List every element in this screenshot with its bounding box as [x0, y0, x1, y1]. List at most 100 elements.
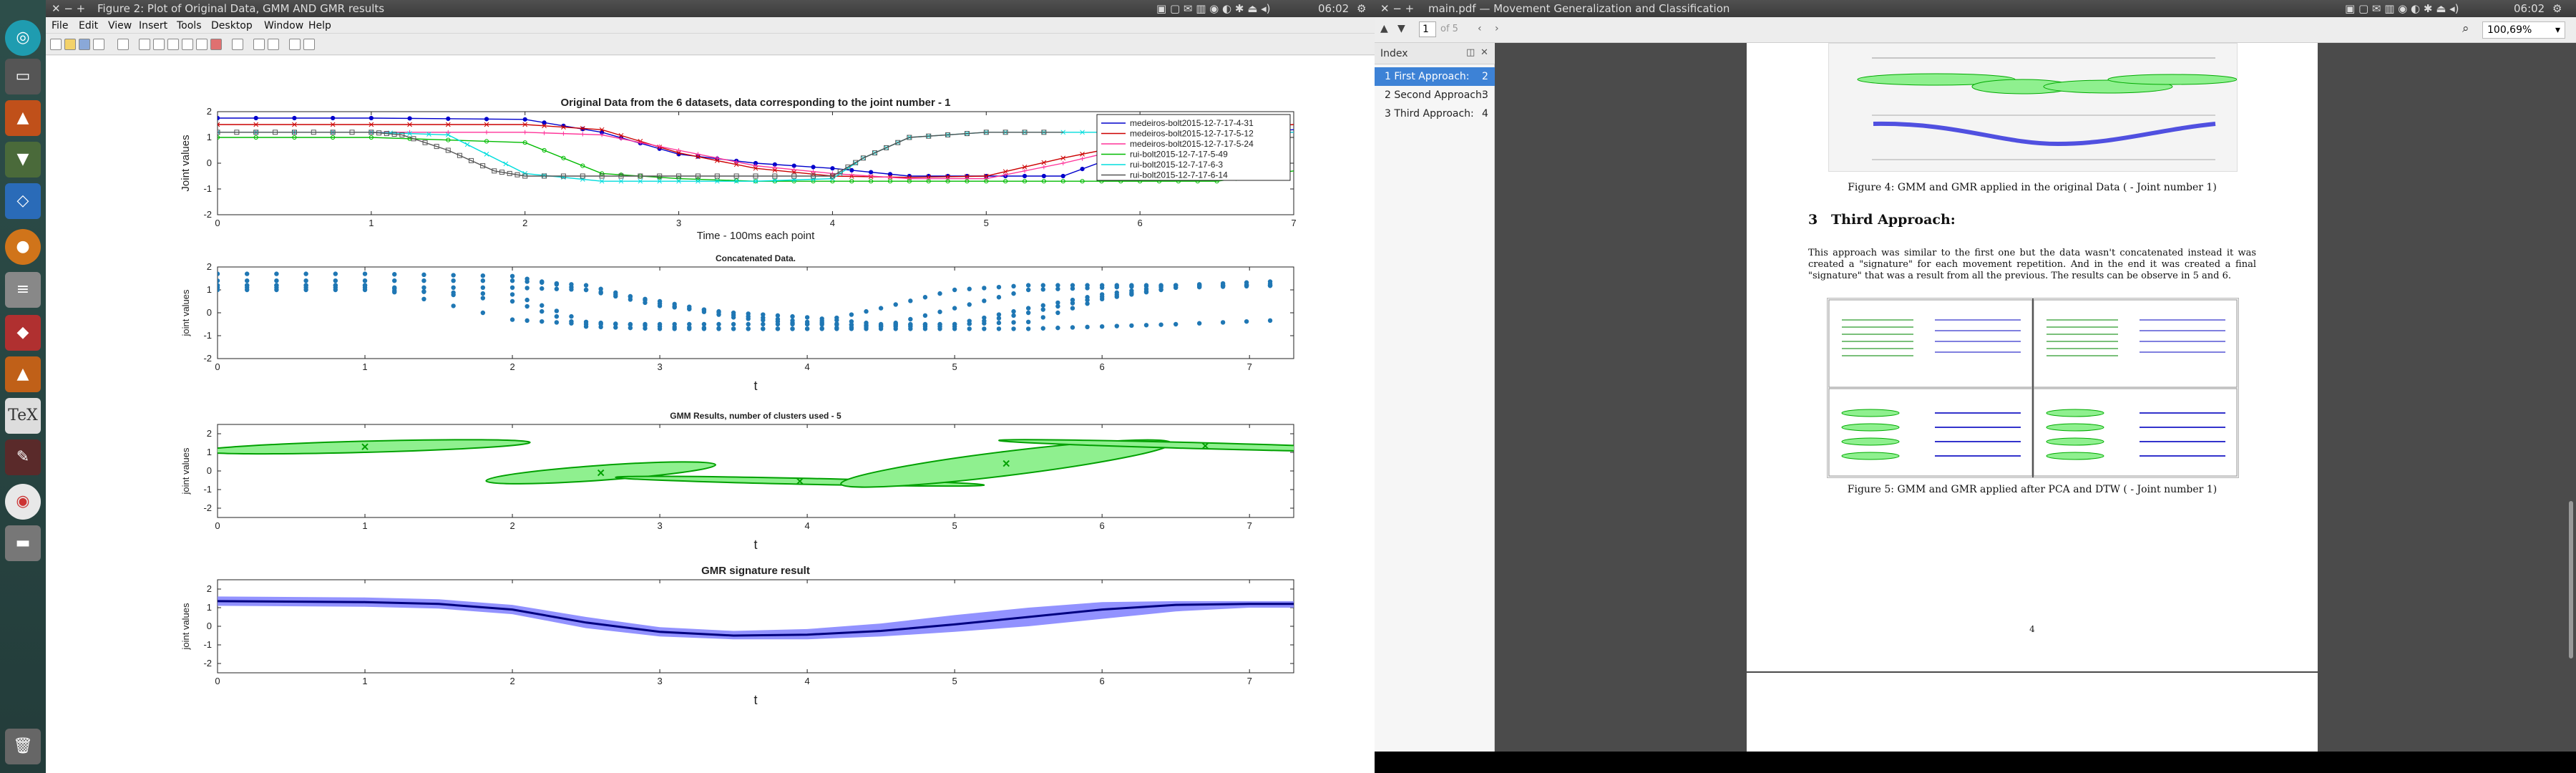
forward-icon[interactable]: ›	[1495, 23, 1499, 34]
print-icon[interactable]	[93, 39, 104, 50]
pdf-power-icon[interactable]: ⚙	[2552, 2, 2562, 15]
hide-tools-icon[interactable]	[289, 39, 301, 50]
scatter-point	[657, 298, 663, 304]
scatter-point	[421, 296, 426, 301]
power-icon[interactable]: ⚙	[1357, 2, 1366, 15]
menu-desktop[interactable]: Desktop	[211, 20, 253, 31]
scatter-point	[1244, 319, 1249, 324]
pdf-window-controls[interactable]: ✕ − +	[1380, 2, 1414, 15]
index-item-1[interactable]: 1 First Approach: 2	[1375, 67, 1495, 86]
data-cursor-icon[interactable]	[196, 39, 208, 50]
new-figure-icon[interactable]	[50, 39, 62, 50]
prev-page-icon[interactable]: ▲	[1380, 23, 1388, 34]
index-item-label: 2 Second Approach:	[1385, 89, 1485, 101]
series-marker	[446, 116, 451, 122]
zoom-select[interactable]: 100,69% ▾	[2482, 21, 2565, 39]
scatter-point	[864, 308, 869, 314]
y-axis-label: joint values	[180, 289, 191, 337]
x-tick-label: 2	[522, 218, 527, 228]
y-tick-label: -1	[203, 484, 212, 495]
x-tick-label: 0	[215, 218, 220, 228]
matlab-alt-icon[interactable]: ▲	[5, 356, 41, 392]
colorbar-icon[interactable]	[253, 39, 265, 50]
pointer-icon[interactable]	[117, 39, 129, 50]
matlab-icon[interactable]: ▲	[5, 100, 41, 136]
scatter-point	[790, 326, 795, 331]
x-tick-label: 4	[830, 218, 835, 228]
search-icon[interactable]: ⌕	[2462, 21, 2469, 36]
series-marker	[869, 170, 874, 175]
undock-icon[interactable]: ◫	[1466, 47, 1475, 58]
page-number: 4	[2029, 624, 2035, 634]
link-icon[interactable]	[232, 39, 243, 50]
rotate-icon[interactable]	[182, 39, 193, 50]
tray-icons[interactable]: ▣ ▢ ✉ ▥ ◉ ◐ ✱ ⏏ ◂)	[1156, 2, 1271, 15]
close-icon[interactable]: ✕	[1480, 47, 1488, 58]
pdf-title: main.pdf — Movement Generalization and C…	[1428, 2, 1730, 15]
back-icon[interactable]: ‹	[1478, 23, 1482, 34]
firefox-icon[interactable]: ●	[5, 229, 41, 265]
menu-file[interactable]: File	[52, 20, 68, 31]
zoom-in-icon[interactable]	[139, 39, 150, 50]
chrome-icon[interactable]: ◉	[5, 484, 41, 520]
scatter-point	[908, 326, 913, 331]
y-tick-label: -1	[203, 639, 212, 650]
app-icon[interactable]: ◆	[5, 315, 41, 351]
show-tools-icon[interactable]	[303, 39, 315, 50]
tex-icon[interactable]: TeX	[5, 398, 41, 434]
dash-icon[interactable]: ◎	[5, 20, 41, 56]
menu-edit[interactable]: Edit	[79, 20, 98, 31]
dropbox-icon[interactable]: ◇	[5, 183, 41, 219]
scatter-point	[1055, 303, 1060, 309]
window-controls[interactable]: ✕ − +	[52, 2, 85, 15]
scatter-point	[451, 273, 456, 278]
page-input[interactable]: 1	[1419, 21, 1436, 37]
save-icon[interactable]	[79, 39, 90, 50]
legend-icon[interactable]	[268, 39, 279, 50]
index-item-page: 3	[1482, 89, 1488, 101]
brush-icon[interactable]	[210, 39, 222, 50]
zoom-out-icon[interactable]	[153, 39, 165, 50]
chart-title: Original Data from the 6 datasets, data …	[560, 97, 950, 109]
chart-title: GMR signature result	[701, 565, 810, 577]
y-axis-label: Joint values	[180, 135, 192, 191]
app2-icon[interactable]: ✎	[5, 439, 41, 475]
index-item-3[interactable]: 3 Third Approach: 4	[1375, 104, 1495, 123]
series-marker	[1041, 173, 1046, 179]
clock[interactable]: 06:02	[1318, 2, 1349, 15]
menu-view[interactable]: View	[108, 20, 132, 31]
x-tick-label: 5	[952, 676, 957, 686]
files-icon[interactable]: ▼	[5, 142, 41, 178]
vertical-scrollbar[interactable]	[2569, 501, 2573, 658]
figure-4-caption: Figure 4: GMM and GMR applied in the ori…	[1848, 182, 2217, 193]
chart-title: GMM Results, number of clusters used - 5	[670, 411, 841, 421]
scatter-point	[628, 321, 633, 327]
menu-tools[interactable]: Tools	[177, 20, 202, 31]
x-tick-label: 2	[509, 676, 514, 686]
menu-window[interactable]: Window	[264, 20, 303, 31]
next-page-icon[interactable]: ▼	[1397, 23, 1405, 34]
trash-icon[interactable]: 🗑	[5, 729, 41, 764]
figure-menu-bar: File Edit View Insert Tools Desktop Wind…	[46, 17, 1375, 34]
index-item-2[interactable]: 2 Second Approach: 3	[1375, 86, 1495, 104]
text-editor-icon[interactable]: ≡	[5, 272, 41, 308]
workspace-icon[interactable]: ▭	[5, 59, 41, 94]
open-icon[interactable]	[64, 39, 76, 50]
chevron-down-icon[interactable]: ▾	[2555, 24, 2560, 36]
figure-plots[interactable]: 0 1 2 3 4 5 6 7 -2 -1 0 1 2 Original Data from the 6 …	[46, 56, 1375, 773]
scatter-point	[1129, 323, 1134, 329]
drive-icon[interactable]: ▬	[5, 525, 41, 561]
pdf-clock[interactable]: 06:02	[2514, 2, 2545, 15]
scatter-point	[421, 289, 426, 294]
pdf-tray-icons[interactable]: ▣ ▢ ✉ ▥ ◉ ◐ ✱ ⏏ ◂)	[2345, 2, 2459, 15]
scatter-point	[716, 326, 721, 331]
scatter-point	[333, 278, 338, 283]
scatter-point	[1070, 306, 1075, 311]
scatter-point	[525, 297, 530, 303]
menu-insert[interactable]: Insert	[139, 20, 167, 31]
scatter-point	[480, 291, 486, 296]
scatter-point	[392, 272, 397, 277]
scatter-point	[746, 321, 751, 327]
menu-help[interactable]: Help	[308, 20, 331, 31]
pan-icon[interactable]	[167, 39, 179, 50]
